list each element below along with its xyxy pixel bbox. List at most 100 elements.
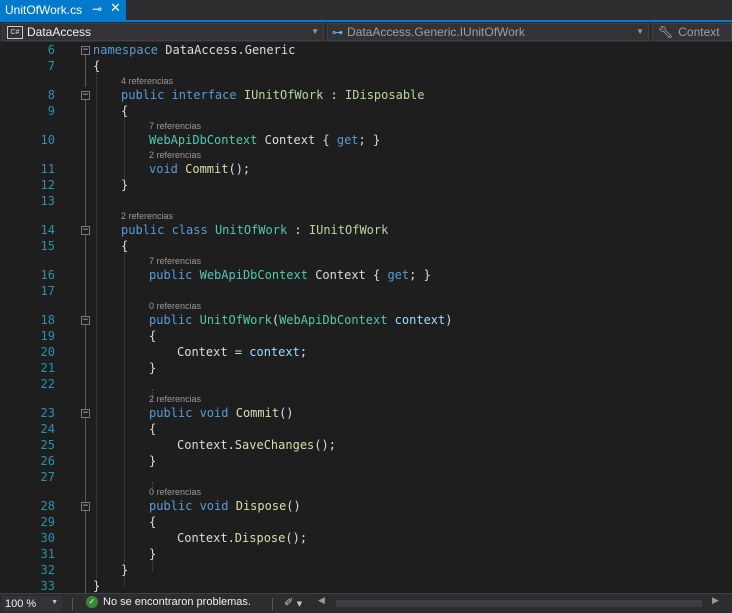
- code-line-31: }: [149, 547, 157, 561]
- navigation-bar: C# DataAccess ▼ ⊶ DataAccess.Generic.IUn…: [0, 22, 732, 42]
- line-number: 29: [40, 515, 55, 529]
- line-number: 27: [40, 470, 55, 484]
- line-number: 23: [40, 406, 55, 420]
- indent-guide: [124, 117, 125, 181]
- line-number: 24: [40, 422, 55, 436]
- codelens-references[interactable]: 0 referencias: [149, 487, 201, 497]
- horizontal-scrollbar[interactable]: [336, 600, 702, 607]
- code-line-25: Context.SaveChanges();: [177, 438, 336, 452]
- chevron-down-icon: ▼: [636, 27, 644, 36]
- project-name: DataAccess: [27, 25, 92, 39]
- scroll-left-icon[interactable]: ◀: [318, 596, 325, 606]
- code-line-24: {: [149, 422, 157, 436]
- line-number: 18: [40, 313, 55, 327]
- code-line-29: {: [149, 515, 157, 529]
- codelens-references[interactable]: 0 referencias: [149, 301, 201, 311]
- code-line-18: public UnitOfWork(WebApiDbContext contex…: [149, 313, 453, 327]
- outline-line: [85, 100, 86, 182]
- line-number: 10: [40, 133, 55, 147]
- code-line-21: }: [149, 361, 157, 375]
- line-number: 13: [40, 194, 55, 208]
- line-number: 26: [40, 454, 55, 468]
- line-number: 6: [47, 43, 55, 57]
- close-icon[interactable]: ✕: [110, 1, 121, 16]
- divider: [72, 598, 73, 610]
- type-dropdown[interactable]: ⊶ DataAccess.Generic.IUnitOfWork ▼: [327, 23, 649, 41]
- code-line-15: {: [121, 239, 129, 253]
- code-line-7: {: [93, 59, 101, 73]
- outline-line: [85, 325, 86, 409]
- collapse-constructor-icon[interactable]: −: [81, 316, 90, 325]
- indent-guide: [124, 251, 125, 587]
- collapse-namespace-icon[interactable]: −: [81, 46, 90, 55]
- csharp-project-icon: C#: [7, 25, 23, 39]
- chevron-down-icon: ▼: [51, 599, 58, 606]
- member-name: Context: [678, 25, 720, 39]
- code-line-9: {: [121, 104, 129, 118]
- code-line-14: public class UnitOfWork : IUnitOfWork: [121, 223, 389, 237]
- collapse-class-icon[interactable]: −: [81, 226, 90, 235]
- interface-icon: ⊶: [332, 26, 343, 39]
- line-number: 7: [47, 59, 55, 73]
- code-cleanup-brush-icon[interactable]: ✐ ▼: [284, 596, 302, 609]
- code-line-30: Context.Dispose();: [177, 531, 308, 545]
- scroll-right-icon[interactable]: ▶: [712, 596, 719, 606]
- line-number: 30: [40, 531, 55, 545]
- line-number: 20: [40, 345, 55, 359]
- no-issues-indicator[interactable]: ✓ No se encontraron problemas.: [86, 596, 251, 608]
- wrench-icon: 🔧︎: [658, 25, 674, 39]
- code-editor[interactable]: 6 7 8 9 10 11 12 13 14 15 16 17 18 19 20…: [0, 43, 732, 593]
- check-circle-icon: ✓: [86, 596, 98, 608]
- codelens-references[interactable]: 2 referencias: [121, 211, 173, 221]
- code-line-16: public WebApiDbContext Context { get; }: [149, 268, 431, 282]
- document-tab-strip: UnitOfWork.cs ⊸ ✕: [0, 0, 732, 20]
- collapse-dispose-icon[interactable]: −: [81, 502, 90, 511]
- codelens-references[interactable]: 7 referencias: [149, 121, 201, 131]
- status-message: No se encontraron problemas.: [103, 596, 251, 608]
- line-number: 16: [40, 268, 55, 282]
- codelens-references[interactable]: 7 referencias: [149, 256, 201, 266]
- line-number: 19: [40, 329, 55, 343]
- line-number: 9: [47, 104, 55, 118]
- zoom-level: 100 %: [5, 597, 37, 610]
- chevron-down-icon: ▼: [311, 27, 319, 36]
- codelens-references[interactable]: 4 referencias: [121, 76, 173, 86]
- code-line-19: {: [149, 329, 157, 343]
- codelens-references[interactable]: 2 referencias: [149, 150, 201, 160]
- line-number: 15: [40, 239, 55, 253]
- outline-line: [85, 235, 86, 316]
- code-line-12: }: [121, 178, 129, 192]
- line-number: 11: [40, 162, 55, 176]
- divider: [272, 598, 273, 610]
- line-number: 33: [40, 579, 55, 593]
- outline-line: [85, 55, 86, 87]
- collapse-interface-icon[interactable]: −: [81, 91, 90, 100]
- tab-title: UnitOfWork.cs: [5, 3, 83, 17]
- outline-line: [85, 418, 86, 502]
- code-line-6: namespace DataAccess.Generic: [93, 43, 296, 57]
- code-line-23: public void Commit(): [149, 406, 294, 420]
- code-line-26: }: [149, 454, 157, 468]
- line-number: 21: [40, 361, 55, 375]
- collapse-commit-icon[interactable]: −: [81, 409, 90, 418]
- line-number: 32: [40, 563, 55, 577]
- line-number: 17: [40, 284, 55, 298]
- project-dropdown[interactable]: C# DataAccess ▼: [2, 23, 324, 41]
- line-number: 22: [40, 377, 55, 391]
- member-dropdown[interactable]: 🔧︎ Context: [652, 23, 732, 41]
- code-line-28: public void Dispose(): [149, 499, 301, 513]
- line-number: 8: [47, 88, 55, 102]
- editor-status-bar: 100 % ▼ ✓ No se encontraron problemas. ✐…: [0, 593, 732, 613]
- codelens-references[interactable]: 2 referencias: [149, 394, 201, 404]
- indent-guide: [96, 73, 97, 587]
- code-line-11: void Commit();: [149, 162, 251, 176]
- line-number: 25: [40, 438, 55, 452]
- outline-line: [85, 182, 86, 226]
- tab-unitofwork[interactable]: UnitOfWork.cs ⊸ ✕: [0, 0, 126, 20]
- code-line-8: public interface IUnitOfWork : IDisposab…: [121, 88, 425, 102]
- code-line-32: }: [121, 563, 129, 577]
- code-line-20: Context = context;: [177, 345, 308, 359]
- zoom-dropdown[interactable]: 100 % ▼: [2, 596, 62, 611]
- code-line-10: WebApiDbContext Context { get; }: [149, 133, 381, 147]
- pin-icon[interactable]: ⊸: [92, 2, 102, 16]
